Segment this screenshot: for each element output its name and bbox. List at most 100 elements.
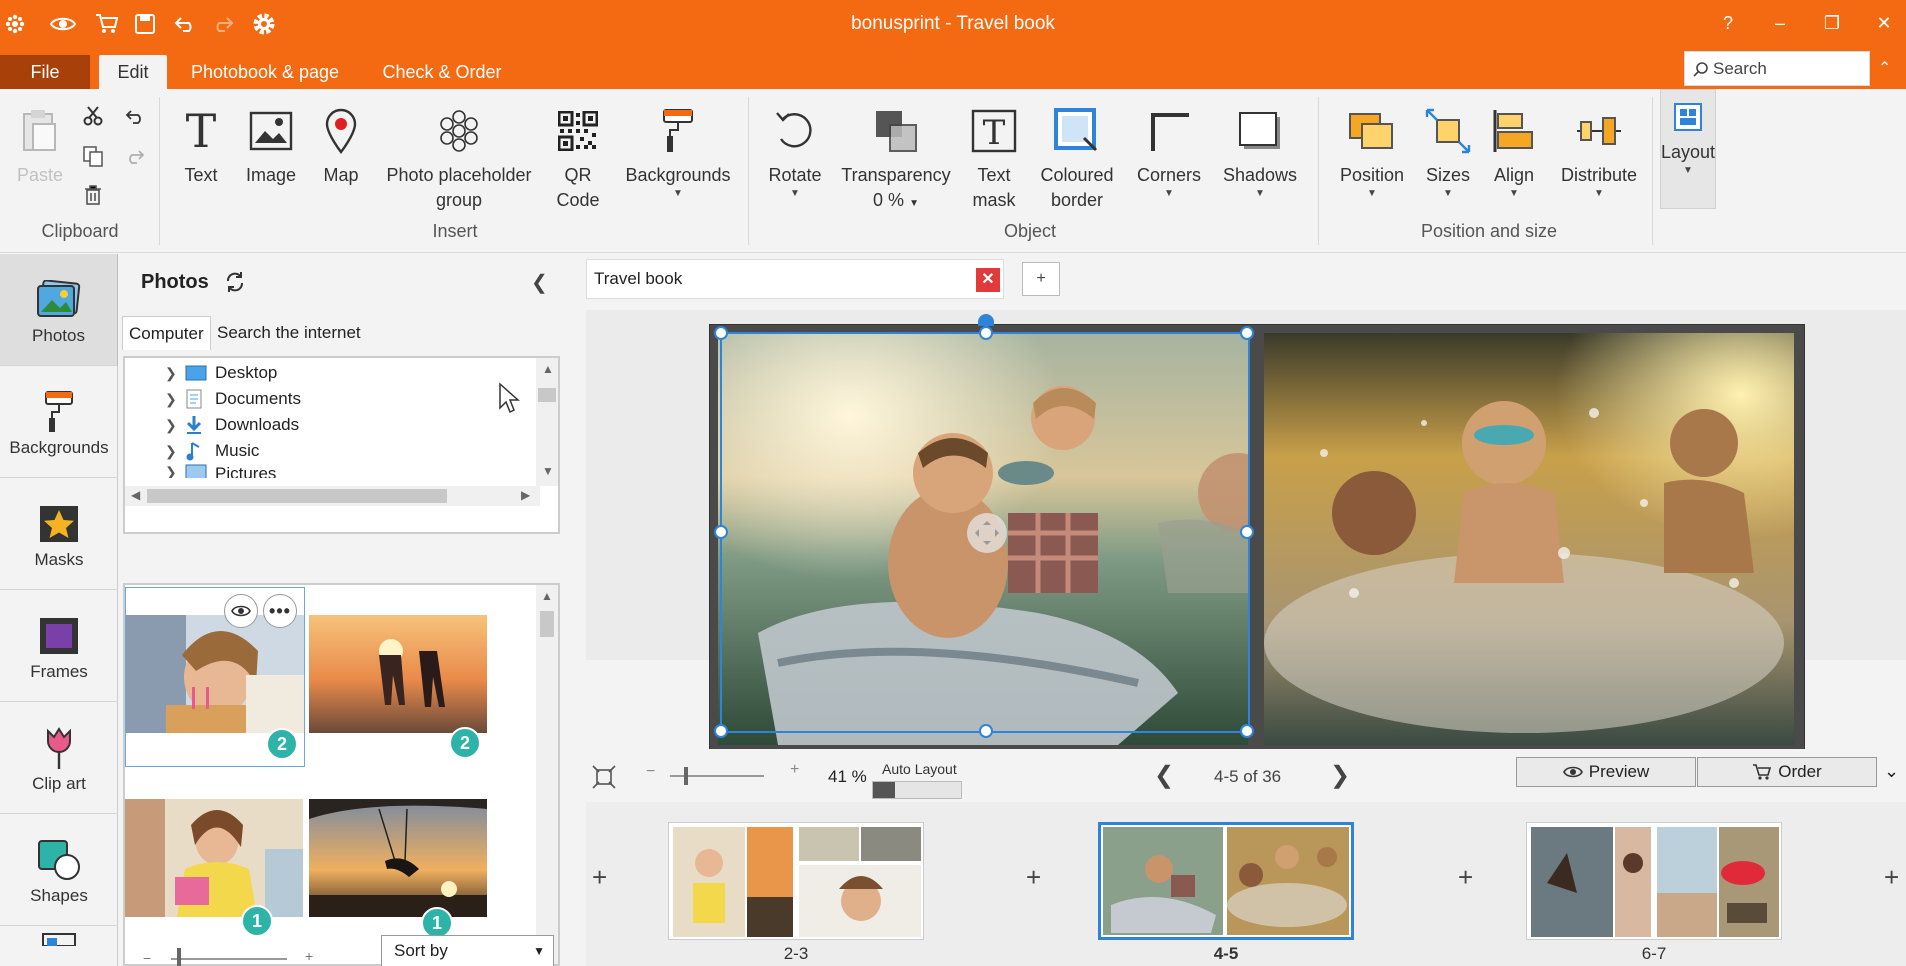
rotate-handle[interactable] — [978, 314, 994, 326]
scroll-thumb[interactable] — [540, 611, 554, 637]
coloured-border-button[interactable]: Coloured border — [1032, 99, 1122, 213]
redo-small-icon[interactable] — [120, 141, 150, 171]
scroll-right-arrow-icon[interactable]: ▶ — [521, 488, 530, 502]
insert-pages-plus-icon[interactable]: + — [1026, 862, 1041, 893]
shadows-button[interactable]: Shadows ▼ — [1220, 99, 1300, 200]
nav-frames[interactable]: Frames — [0, 590, 118, 702]
photo-thumbnail[interactable]: 1 — [125, 799, 305, 939]
tree-vertical-scrollbar[interactable]: ▲ ▼ — [536, 358, 558, 486]
zoom-out-icon[interactable]: − — [646, 763, 655, 781]
insert-text-button[interactable]: T Text — [176, 99, 226, 188]
insert-image-button[interactable]: Image — [241, 99, 301, 188]
thumb-size-minus-icon[interactable]: − — [143, 950, 151, 966]
photo-placeholder-group-button[interactable]: Photo placeholder group — [384, 99, 534, 213]
preview-eye-icon[interactable] — [224, 594, 258, 628]
close-tab-icon[interactable]: ✕ — [976, 268, 1000, 292]
resize-handle[interactable] — [714, 326, 728, 340]
scroll-thumb[interactable] — [538, 388, 556, 402]
nav-photos[interactable]: Photos — [0, 254, 118, 366]
corners-button[interactable]: Corners ▼ — [1132, 99, 1206, 200]
expand-chevron-icon[interactable]: ❯ — [165, 391, 185, 408]
resize-handle[interactable] — [1240, 525, 1254, 539]
resize-handle[interactable] — [979, 724, 993, 738]
resize-handle[interactable] — [1240, 326, 1254, 340]
photo-thumbnail[interactable]: 2 — [309, 615, 487, 765]
more-chevron-down-icon[interactable]: ⌄ — [1884, 761, 1899, 782]
resize-handle[interactable] — [714, 724, 728, 738]
slider-thumb[interactable] — [177, 948, 181, 966]
resize-handle[interactable] — [979, 326, 993, 340]
restore-button[interactable]: ❐ — [1812, 10, 1852, 36]
grid-vertical-scrollbar[interactable]: ▲ ▼ — [536, 585, 558, 964]
next-page-chevron-icon[interactable]: ❯ — [1330, 761, 1350, 790]
tree-item-downloads[interactable]: ❯ Downloads — [165, 412, 299, 438]
rotate-button[interactable]: Rotate ▼ — [760, 99, 830, 200]
expand-chevron-icon[interactable]: ❯ — [165, 365, 185, 382]
paste-button[interactable]: Paste — [17, 99, 63, 188]
insert-pages-plus-icon[interactable]: + — [1884, 862, 1899, 893]
tab-edit[interactable]: Edit — [99, 55, 167, 89]
nav-more[interactable] — [0, 926, 118, 966]
transparency-button[interactable]: Transparency 0 % ▼ — [840, 99, 952, 216]
tab-computer[interactable]: Computer — [122, 316, 211, 350]
photo-thumbnail[interactable]: ••• 2 — [125, 587, 305, 767]
tree-item-documents[interactable]: ❯ Documents — [165, 386, 301, 412]
tab-check-order[interactable]: Check & Order — [372, 55, 512, 89]
nav-backgrounds[interactable]: Backgrounds — [0, 366, 118, 478]
expand-chevron-icon[interactable]: ❯ — [165, 464, 185, 478]
minimize-button[interactable]: – — [1760, 10, 1800, 36]
filmstrip-spread[interactable] — [1526, 822, 1782, 940]
backgrounds-button[interactable]: Backgrounds ▼ — [622, 99, 734, 200]
thumb-size-slider[interactable] — [171, 958, 287, 960]
align-button[interactable]: Align ▼ — [1486, 99, 1542, 200]
expand-chevron-icon[interactable]: ❯ — [165, 417, 185, 434]
tree-horizontal-scrollbar[interactable]: ◀ ▶ — [125, 486, 540, 506]
filmstrip-spread-selected[interactable] — [1098, 822, 1354, 940]
filmstrip-spread[interactable] — [668, 822, 924, 940]
nav-shapes[interactable]: Shapes — [0, 814, 118, 926]
photo-thumbnail[interactable]: 1 — [309, 799, 487, 939]
nav-masks[interactable]: Masks — [0, 478, 118, 590]
scroll-down-arrow-icon[interactable]: ▼ — [542, 464, 554, 478]
insert-map-button[interactable]: Map — [316, 99, 366, 188]
delete-trash-icon[interactable] — [78, 180, 108, 210]
close-window-button[interactable]: ✕ — [1864, 10, 1904, 36]
fit-to-screen-icon[interactable] — [592, 765, 616, 792]
nav-clip-art[interactable]: Clip art — [0, 702, 118, 814]
tree-item-desktop[interactable]: ❯ Desktop — [165, 360, 277, 386]
search-input[interactable]: Search — [1684, 51, 1870, 86]
auto-layout-toggle[interactable] — [872, 781, 962, 799]
scroll-thumb[interactable] — [147, 489, 447, 503]
sort-by-select[interactable]: Sort by ▼ — [381, 935, 554, 966]
scroll-left-arrow-icon[interactable]: ◀ — [131, 488, 140, 502]
scroll-up-arrow-icon[interactable]: ▲ — [541, 589, 553, 603]
thumb-size-plus-icon[interactable]: + — [305, 948, 313, 964]
zoom-slider-thumb[interactable] — [684, 767, 688, 785]
tab-file[interactable]: File — [0, 55, 90, 89]
transparency-value[interactable]: 0 % ▼ — [873, 188, 919, 216]
right-page[interactable] — [1264, 333, 1794, 745]
copy-icon[interactable] — [78, 141, 108, 171]
resize-handle[interactable] — [1240, 724, 1254, 738]
sizes-button[interactable]: Sizes ▼ — [1420, 99, 1476, 200]
previous-page-chevron-icon[interactable]: ❮ — [1154, 761, 1174, 790]
move-photo-icon[interactable] — [967, 513, 1007, 553]
resize-handle[interactable] — [714, 525, 728, 539]
collapse-panel-chevron-icon[interactable]: ❮ — [531, 270, 548, 295]
tab-photobook-page[interactable]: Photobook & page — [178, 55, 352, 89]
scroll-up-arrow-icon[interactable]: ▲ — [542, 362, 554, 376]
position-button[interactable]: Position ▼ — [1334, 99, 1410, 200]
insert-pages-plus-icon[interactable]: + — [1458, 862, 1473, 893]
cut-scissors-icon[interactable] — [78, 101, 108, 131]
ribbon-collapse-chevron-icon[interactable]: ⌃ — [1878, 58, 1891, 78]
selection-frame[interactable] — [714, 314, 1254, 738]
preview-button[interactable]: Preview — [1516, 757, 1696, 787]
tree-item-pictures[interactable]: ❯ Pictures — [165, 464, 276, 478]
refresh-icon[interactable] — [223, 270, 247, 297]
text-mask-button[interactable]: T Text mask — [966, 99, 1022, 213]
insert-pages-plus-icon[interactable]: + — [592, 862, 607, 893]
document-tab[interactable]: Travel book ✕ — [586, 259, 1004, 299]
help-button[interactable]: ? — [1708, 10, 1748, 36]
tab-search-internet[interactable]: Search the internet — [211, 316, 367, 350]
add-tab-button[interactable]: + — [1022, 262, 1060, 296]
